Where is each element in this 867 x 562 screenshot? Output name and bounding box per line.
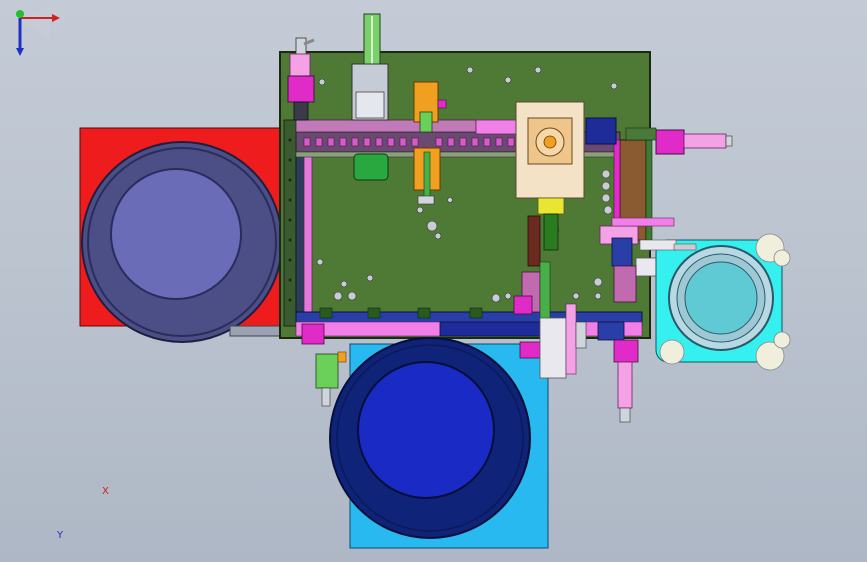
- top-green-cylinder[interactable]: [351, 13, 389, 181]
- cyan-vibratory-bowl[interactable]: [639, 233, 791, 371]
- bottom-right-cylinder[interactable]: [613, 339, 639, 423]
- axis-y-label: Y: [57, 530, 64, 541]
- axis-x-label: X: [102, 486, 109, 497]
- blue-vibratory-bowl[interactable]: [329, 337, 549, 549]
- bottom-transfer-rail[interactable]: [295, 307, 643, 337]
- base-plate[interactable]: [279, 51, 651, 339]
- assembly-drawing[interactable]: [0, 0, 867, 562]
- cad-viewport[interactable]: X Y: [0, 0, 867, 562]
- coordinate-triad-icon: [16, 6, 60, 56]
- red-vibratory-bowl[interactable]: [79, 127, 311, 343]
